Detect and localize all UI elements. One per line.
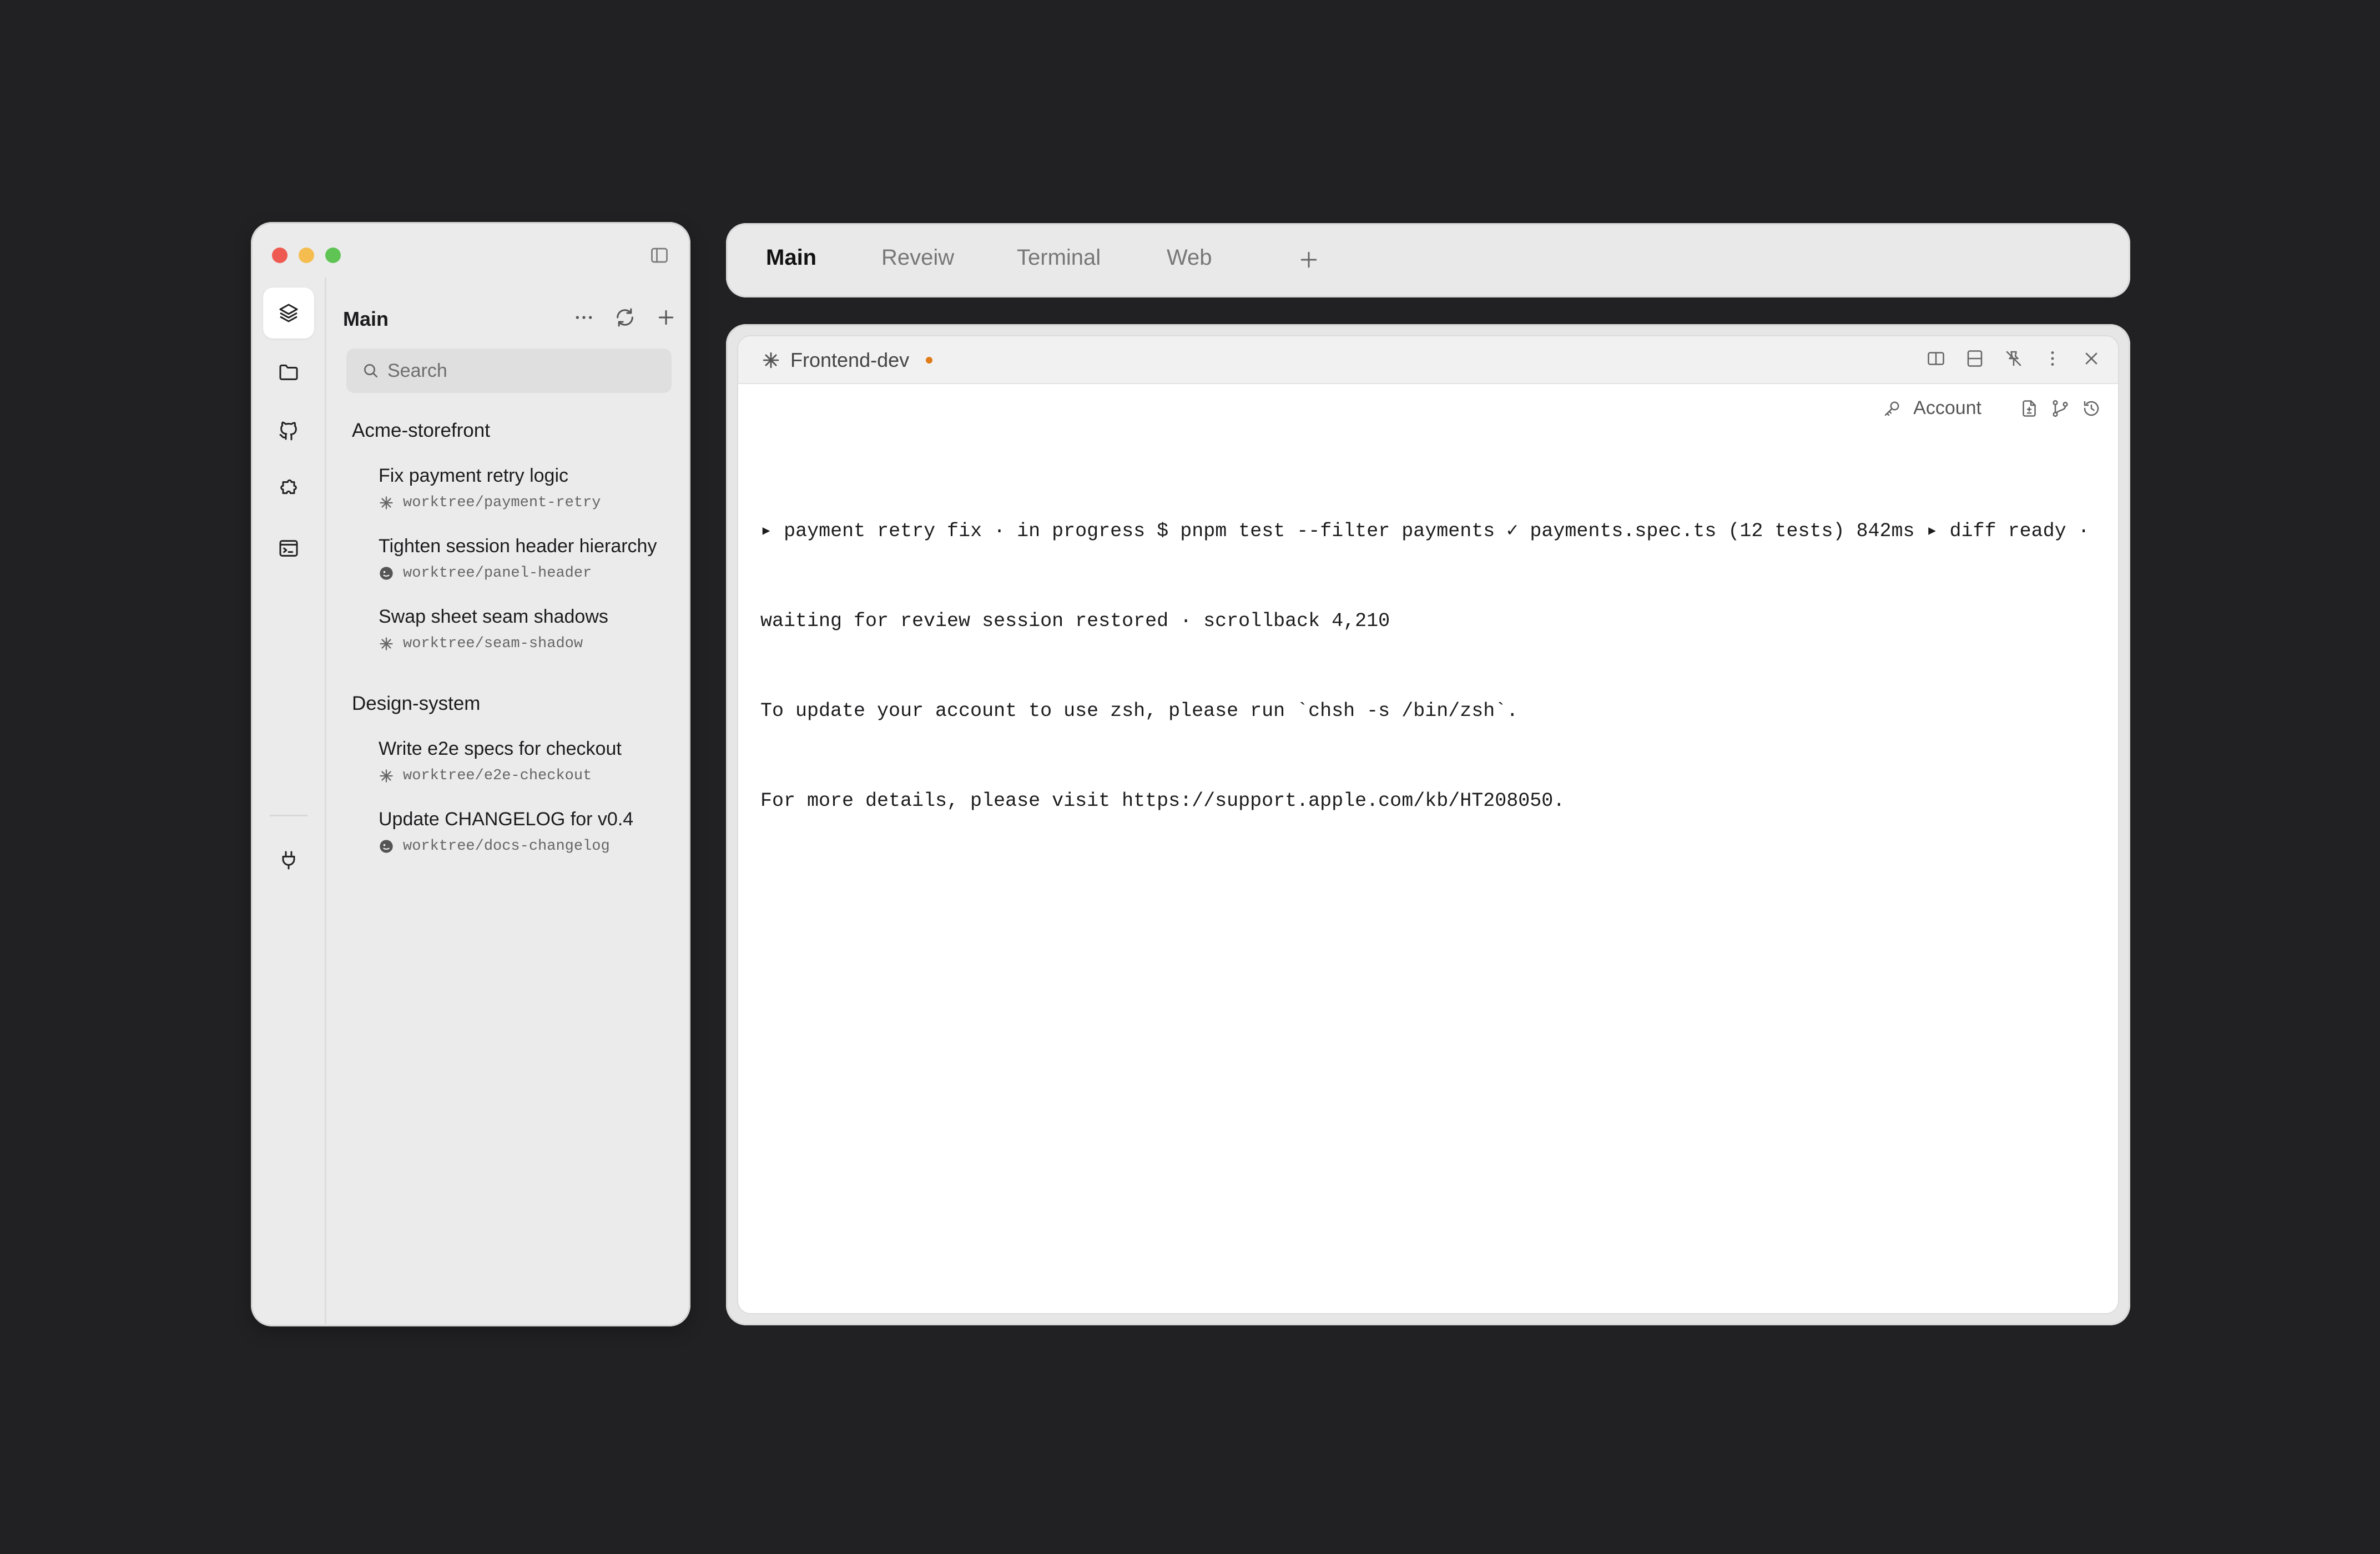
rail-folder-button[interactable] (263, 346, 314, 397)
split-horizontal-icon[interactable] (1965, 349, 1985, 369)
close-icon[interactable] (2081, 349, 2101, 369)
terminal-panel: Frontend-dev Account ▸ payment retry fix… (738, 336, 2118, 1313)
rail-layers-button[interactable] (263, 287, 314, 339)
key-icon (1884, 401, 1899, 416)
terminal-window-icon (279, 540, 298, 557)
task-branch-row: worktree/payment-retry (379, 495, 686, 511)
agent-face-icon (380, 567, 393, 580)
refresh-icon[interactable] (614, 306, 636, 329)
tab-terminal[interactable]: Terminal (1017, 245, 1101, 270)
task-branch: worktree/payment-retry (403, 495, 601, 511)
task-title: Write e2e specs for checkout (379, 738, 622, 759)
icon-rail (251, 278, 326, 1326)
terminal-toolbar (1926, 349, 2101, 369)
pane-title: Main (343, 307, 389, 330)
plug-icon (282, 851, 295, 870)
task-title: Swap sheet seam shadows (379, 606, 608, 627)
more-vertical-icon[interactable] (2043, 349, 2063, 369)
toggle-sidebar-icon[interactable] (649, 245, 669, 265)
history-icon[interactable] (2081, 398, 2101, 418)
spark-icon (380, 769, 393, 783)
group-title[interactable]: Design-system (352, 693, 480, 715)
terminal-window: Frontend-dev Account ▸ payment retry fix… (726, 324, 2130, 1325)
add-tab-icon[interactable] (1297, 248, 1321, 272)
search-icon (364, 364, 377, 377)
terminal-line: waiting for review session restored · sc… (760, 610, 1390, 632)
unsaved-indicator (926, 357, 933, 364)
terminal-title-group[interactable]: Frontend-dev (762, 349, 933, 372)
terminal-secondary-toolbar: Account (1882, 397, 2101, 419)
rail-divider (270, 815, 307, 816)
terminal-output[interactable]: ▸ payment retry fix · in progress $ pnpm… (760, 456, 2096, 876)
task-title: Fix payment retry logic (379, 465, 568, 486)
rail-terminal-button[interactable] (263, 523, 314, 574)
close-window-button[interactable] (272, 248, 288, 263)
task-item[interactable]: Swap sheet seam shadows worktree/seam-sh… (379, 606, 686, 667)
task-title: Update CHANGELOG for v0.4 (379, 809, 634, 830)
task-branch-row: worktree/docs-changelog (379, 838, 686, 855)
more-icon[interactable] (573, 306, 595, 329)
terminal-line: For more details, please visit https://s… (760, 790, 1565, 812)
account-button[interactable]: Account (1913, 397, 1981, 419)
layers-icon (279, 304, 298, 322)
worktree-list-pane: Main Acme-storefront Fix payment retry l… (326, 278, 690, 1326)
pane-header: Main (343, 305, 690, 333)
spark-icon (763, 352, 779, 369)
git-branch-icon[interactable] (2050, 398, 2070, 418)
rail-plugins-button[interactable] (263, 835, 314, 886)
sidebar-window: Main Acme-storefront Fix payment retry l… (251, 222, 690, 1326)
pane-actions (573, 306, 677, 329)
github-icon (279, 421, 297, 441)
rail-github-button[interactable] (263, 405, 314, 456)
window-controls (272, 248, 341, 263)
minimize-window-button[interactable] (299, 248, 314, 263)
terminal-header: Frontend-dev (738, 336, 2118, 384)
puzzle-icon (280, 479, 297, 495)
task-item[interactable]: Update CHANGELOG for v0.4 worktree/docs-… (379, 809, 686, 870)
terminal-title: Frontend-dev (790, 349, 910, 371)
task-branch-row: worktree/seam-shadow (379, 635, 686, 652)
group-title[interactable]: Acme-storefront (352, 420, 490, 442)
task-branch: worktree/panel-header (403, 565, 592, 582)
task-title: Tighten session header hierarchy (379, 536, 657, 557)
task-branch: worktree/docs-changelog (403, 838, 610, 855)
spark-icon (380, 637, 393, 650)
terminal-line: To update your account to use zsh, pleas… (760, 700, 1519, 722)
split-vertical-icon[interactable] (1926, 349, 1946, 369)
terminal-line: ▸ payment retry fix · in progress $ pnpm… (760, 520, 2090, 542)
tab-web[interactable]: Web (1167, 245, 1212, 270)
agent-face-icon (380, 840, 393, 853)
search-input[interactable] (387, 360, 665, 382)
zoom-window-button[interactable] (325, 248, 341, 263)
tab-review[interactable]: Reveiw (881, 245, 954, 270)
unpin-icon[interactable] (2004, 349, 2024, 369)
tab-bar: Main Reveiw Terminal Web (726, 223, 2130, 297)
add-icon[interactable] (655, 306, 677, 329)
task-item[interactable]: Tighten session header hierarchy worktre… (379, 536, 686, 597)
file-diff-icon[interactable] (2019, 398, 2039, 418)
task-branch: worktree/e2e-checkout (403, 768, 592, 784)
spark-icon (380, 496, 393, 509)
task-item[interactable]: Fix payment retry logic worktree/payment… (379, 465, 686, 526)
task-branch-row: worktree/e2e-checkout (379, 768, 686, 784)
rail-extensions-button[interactable] (263, 464, 314, 515)
task-branch: worktree/seam-shadow (403, 635, 583, 652)
search-field[interactable] (346, 349, 672, 393)
task-branch-row: worktree/panel-header (379, 565, 686, 582)
tab-main[interactable]: Main (766, 245, 816, 270)
task-item[interactable]: Write e2e specs for checkout worktree/e2… (379, 738, 686, 799)
folder-icon (279, 364, 298, 380)
